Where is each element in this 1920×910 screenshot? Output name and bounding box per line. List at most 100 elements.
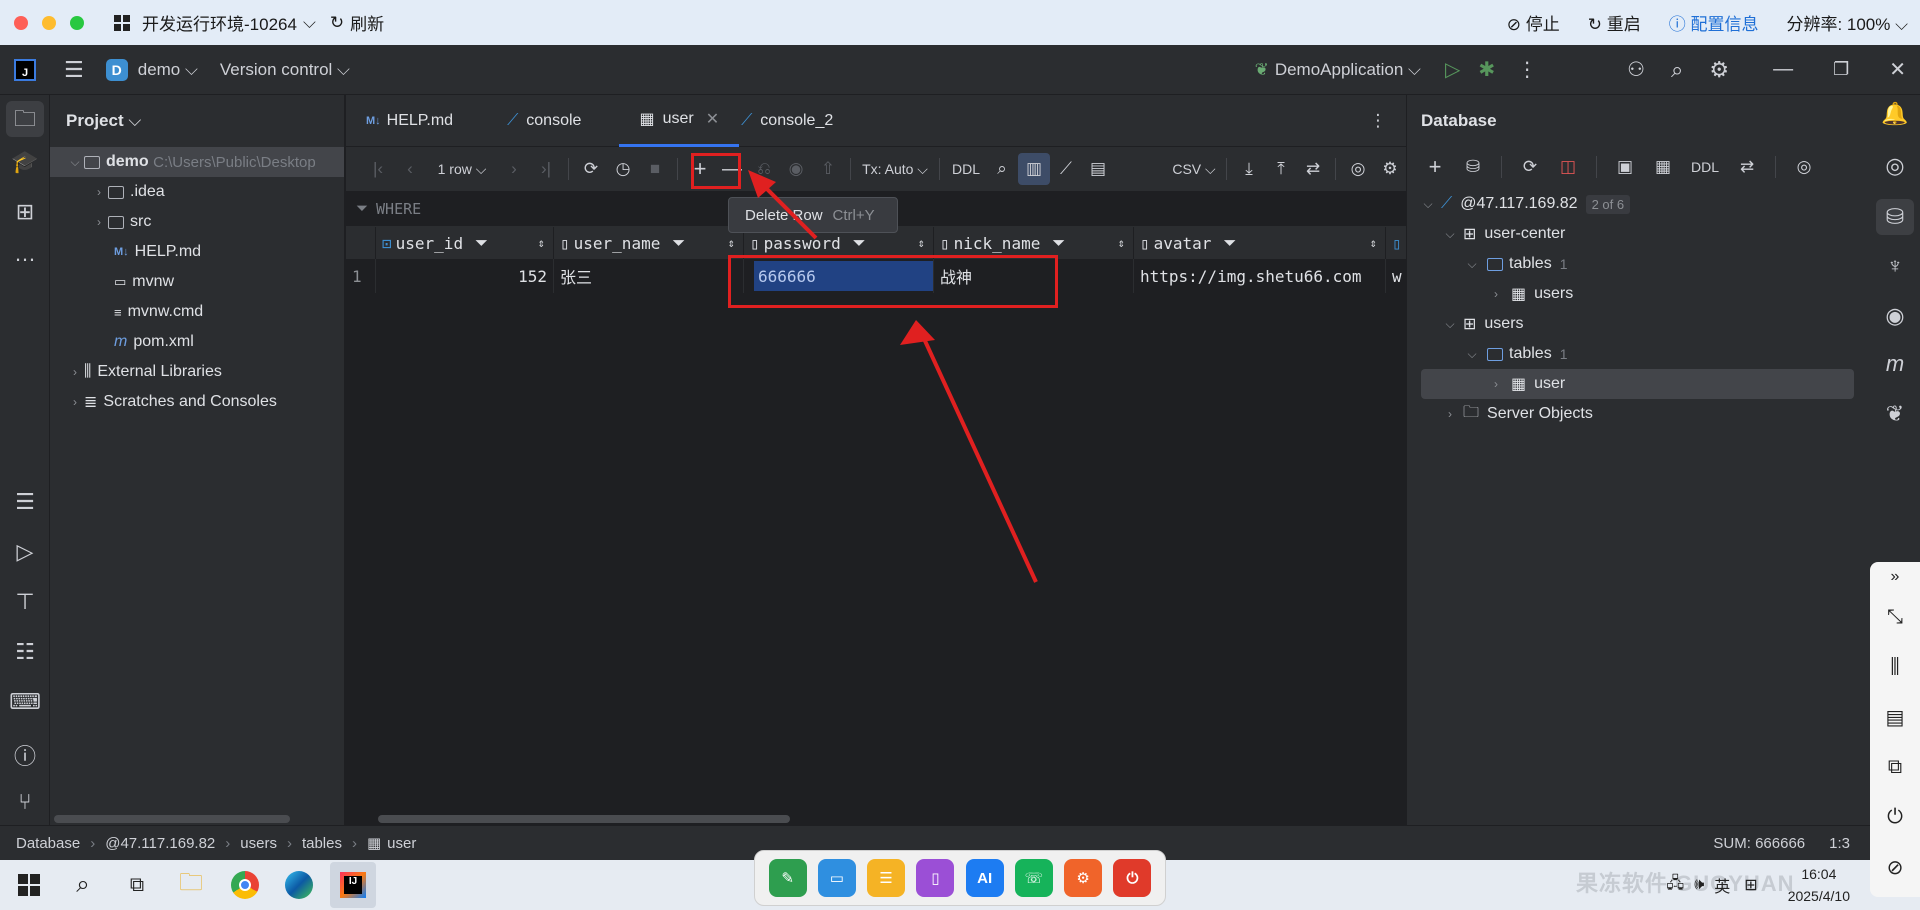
db-host[interactable]: ⌵ ⟋ @47.117.169.82 2 of 6 xyxy=(1407,189,1870,219)
fullscreen-icon[interactable]: ⤡ xyxy=(1870,592,1920,642)
last-page-icon[interactable]: ›| xyxy=(530,153,562,185)
submit-icon[interactable]: ⇧ xyxy=(812,153,844,185)
db-server-objects[interactable]: › 🗀 Server Objects xyxy=(1407,399,1870,429)
search-icon[interactable]: ⌕ xyxy=(986,153,1018,185)
resolution-select[interactable]: 分辨率: 100% ⌵ xyxy=(1786,10,1908,35)
main-menu-icon[interactable]: ☰ xyxy=(64,57,84,83)
db-table-user[interactable]: › ▦ user xyxy=(1421,369,1854,399)
grid-horizontal-scrollbar[interactable] xyxy=(378,815,790,823)
project-selector[interactable]: demo ⌵ xyxy=(138,60,198,80)
start-icon[interactable] xyxy=(6,862,52,908)
volume-icon[interactable]: 🕪 xyxy=(1694,876,1704,894)
tree-item-external-libraries[interactable]: › ⫼ External Libraries xyxy=(50,357,344,387)
filter-icon[interactable]: ⏷ xyxy=(475,233,488,253)
filter-icon[interactable]: ⏷ xyxy=(1052,233,1065,253)
tree-item-src[interactable]: › src xyxy=(50,207,344,237)
export-format-selector[interactable]: CSV ⌵ xyxy=(1168,153,1220,185)
disconnect-icon[interactable]: ◫ xyxy=(1552,151,1584,183)
cell-extra[interactable]: w xyxy=(1386,259,1406,293)
window-minimize-icon[interactable]: — xyxy=(1773,58,1793,81)
search-icon[interactable]: ⌕ xyxy=(60,862,106,908)
refresh-icon[interactable]: ↻ xyxy=(330,13,344,33)
sort-icon[interactable]: ⇕ xyxy=(728,236,735,250)
minimize-dot-icon[interactable] xyxy=(42,15,56,30)
clock[interactable]: 16:04 2025/4/10 xyxy=(1788,863,1850,907)
copy-window-icon[interactable]: ⧉ xyxy=(1870,742,1920,792)
maximize-dot-icon[interactable] xyxy=(70,15,84,30)
breadcrumb-host[interactable]: @47.117.169.82 xyxy=(105,835,215,852)
db-schema-users[interactable]: ⌵ ⊞ users xyxy=(1407,309,1870,339)
dock-app-ai-icon[interactable]: AI xyxy=(965,859,1004,897)
ddl-button[interactable]: DDL xyxy=(946,153,986,185)
db-table-users[interactable]: › ▦ users xyxy=(1407,279,1870,309)
problems-icon[interactable]: ⓘ xyxy=(0,739,50,771)
filter-icon[interactable]: ⏷ xyxy=(672,233,685,253)
db-tables-folder-1[interactable]: ⌵ tables 1 xyxy=(1407,249,1870,279)
refresh-icon[interactable]: ⟳ xyxy=(1514,151,1546,183)
dock-app-power-icon[interactable]: ⏻ xyxy=(1113,859,1152,897)
compare-icon[interactable]: ⇄ xyxy=(1297,153,1329,185)
layout-icon[interactable]: ▤ xyxy=(1870,692,1920,742)
chart-icon[interactable]: ⟋ xyxy=(1050,153,1082,185)
more-icon[interactable]: ⋮ xyxy=(1517,57,1537,82)
dock-app-settings-icon[interactable]: ⚙ xyxy=(1064,859,1103,897)
edge-icon[interactable] xyxy=(276,862,322,908)
search-icon[interactable]: ⌕ xyxy=(1671,57,1683,83)
tree-item-help[interactable]: M↓ HELP.md xyxy=(50,237,344,267)
settings-icon[interactable]: ⚙ xyxy=(1709,57,1729,83)
ddl-button[interactable]: DDL xyxy=(1685,151,1725,183)
notifications-icon[interactable]: 🔔 xyxy=(1870,101,1920,127)
cursor-position[interactable]: 1:3 xyxy=(1829,835,1850,852)
git-icon[interactable]: ⑂ xyxy=(0,789,50,815)
chrome-icon[interactable] xyxy=(222,862,268,908)
breadcrumb-tables[interactable]: tables xyxy=(302,835,342,852)
db-console-icon[interactable]: ☷ xyxy=(0,639,50,665)
task-view-icon[interactable]: ⧉ xyxy=(114,862,160,908)
sort-icon[interactable]: ⇕ xyxy=(1370,236,1377,250)
stop-query-icon[interactable]: ■ xyxy=(639,153,671,185)
datasource-properties-icon[interactable]: ⛁ xyxy=(1457,151,1489,183)
view-options-icon[interactable]: ◎ xyxy=(1788,151,1820,183)
dock-app-book-icon[interactable]: ▯ xyxy=(916,859,955,897)
project-tool-icon[interactable]: 🗀 xyxy=(6,101,44,137)
tab-user[interactable]: ▦ user ✕ xyxy=(619,95,740,147)
split-icon[interactable]: ⫼ xyxy=(1870,642,1920,692)
spring-icon[interactable]: ❦ xyxy=(1870,401,1920,427)
console-icon[interactable]: ▣ xyxy=(1609,151,1641,183)
dock-app-pen-icon[interactable]: ✎ xyxy=(768,859,807,897)
breadcrumb-database[interactable]: Database xyxy=(16,835,80,852)
ime-grid-icon[interactable]: ⊞ xyxy=(1744,875,1757,895)
project-panel-header[interactable]: Project ⌵ xyxy=(50,95,344,147)
debug-icon[interactable]: ✱ xyxy=(1478,57,1495,82)
jump-icon[interactable]: ⇄ xyxy=(1731,151,1763,183)
sort-icon[interactable]: ⇕ xyxy=(538,236,545,250)
close-tab-icon[interactable]: ✕ xyxy=(706,109,719,129)
column-header-user-name[interactable]: ▯ user_name ⏷ ⇕ xyxy=(554,227,744,259)
cell-avatar[interactable]: https://img.shetu66.com xyxy=(1134,259,1386,293)
structure-icon[interactable]: ⊞ xyxy=(0,199,50,225)
stop-button[interactable]: ⊘ 停止 xyxy=(1507,10,1560,35)
hide-icon[interactable]: ⊘ xyxy=(1870,842,1920,892)
grid-view-icon[interactable]: ▥ xyxy=(1018,153,1050,185)
env-title[interactable]: 开发运行环境-10264 xyxy=(142,10,297,35)
tree-root-demo[interactable]: ⌵ demo C:\Users\Public\Desktop xyxy=(50,147,344,177)
upload-icon[interactable]: ⤒ xyxy=(1265,153,1297,185)
window-restore-icon[interactable]: ❐ xyxy=(1833,59,1849,80)
tree-item-pom[interactable]: m pom.xml xyxy=(50,327,344,357)
add-datasource-icon[interactable]: + xyxy=(1419,151,1451,183)
tx-mode-selector[interactable]: Tx: Auto ⌵ xyxy=(857,153,933,185)
column-header-avatar[interactable]: ▯ avatar ⏷ ⇕ xyxy=(1134,227,1386,259)
tab-help-md[interactable]: M↓ HELP.md xyxy=(346,95,473,147)
tab-console-2[interactable]: ⟋ console_2 xyxy=(739,95,853,147)
services-icon[interactable]: ▷ xyxy=(0,539,50,565)
dock-app-desktop-icon[interactable]: ▭ xyxy=(817,859,856,897)
ime-indicator[interactable]: 英 xyxy=(1714,873,1730,897)
dock-app-chat-icon[interactable]: ☏ xyxy=(1014,859,1053,897)
sort-icon[interactable]: ⇕ xyxy=(918,236,925,250)
db-schema-user-center[interactable]: ⌵ ⊞ user-center xyxy=(1407,219,1870,249)
endpoints-icon[interactable]: ◉ xyxy=(1870,303,1920,329)
window-close-icon[interactable]: ✕ xyxy=(1889,57,1906,82)
ai-assistant-icon[interactable]: ◎ xyxy=(1870,153,1920,179)
first-page-icon[interactable]: |‹ xyxy=(362,153,394,185)
database-tool-icon[interactable]: ☰ xyxy=(0,489,50,515)
